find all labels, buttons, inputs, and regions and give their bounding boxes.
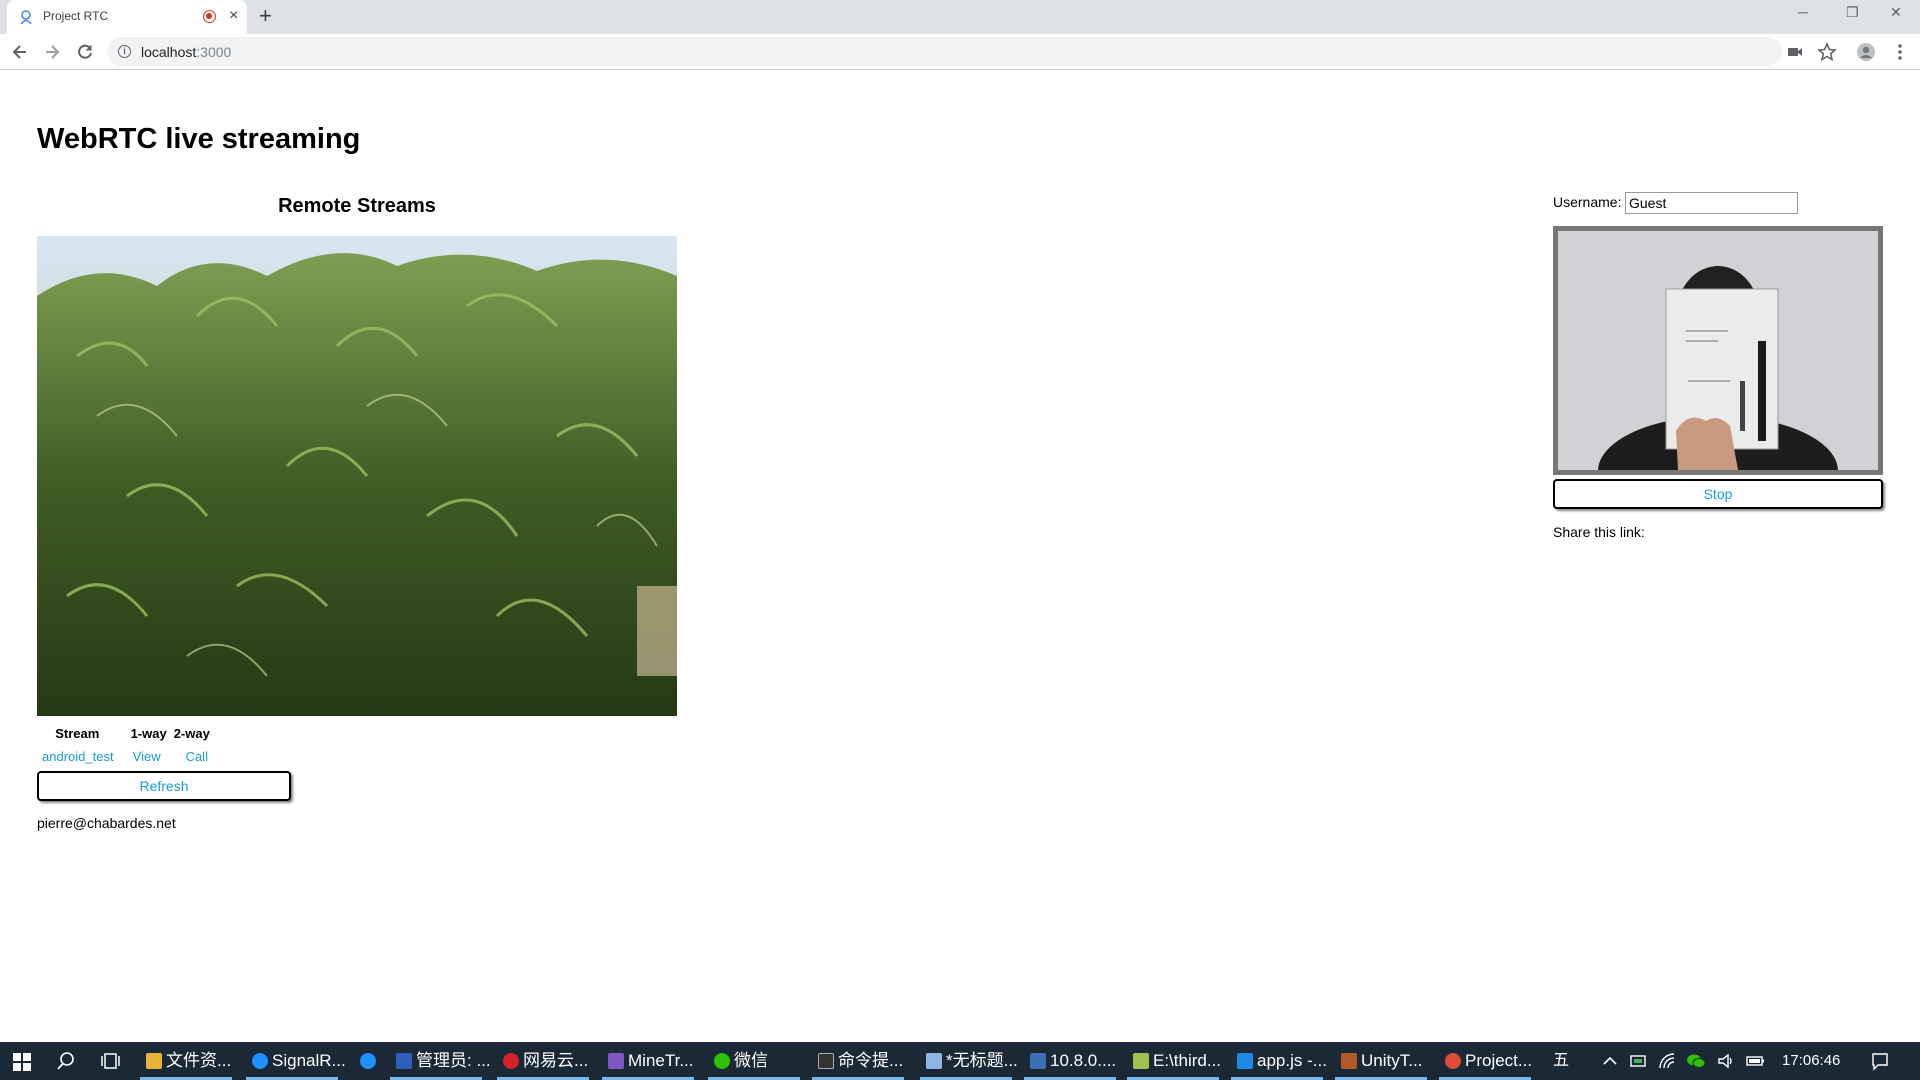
remote-video-player[interactable] bbox=[37, 236, 677, 716]
minimize-window-button[interactable]: ─ bbox=[1798, 4, 1808, 20]
bookmark-star-icon[interactable] bbox=[1817, 42, 1837, 62]
local-video-preview[interactable] bbox=[1553, 226, 1883, 475]
project-rtc-favicon-icon bbox=[20, 10, 32, 25]
taskbar-item-notepad[interactable]: *无标题... bbox=[920, 1042, 1018, 1080]
page-title: WebRTC live streaming bbox=[37, 123, 361, 155]
windows-start-icon[interactable] bbox=[12, 1052, 32, 1072]
taskbar-item-chrome-project[interactable]: Project... bbox=[1439, 1042, 1537, 1080]
powershell-icon bbox=[396, 1053, 412, 1069]
taskbar-item-visual-studio[interactable]: MineTr... bbox=[602, 1042, 700, 1080]
netease-music-icon bbox=[503, 1053, 519, 1069]
action-center-notification-icon[interactable] bbox=[1870, 1051, 1890, 1071]
share-link-label: Share this link: bbox=[1553, 524, 1645, 540]
taskbar-item-ie[interactable] bbox=[360, 1042, 384, 1080]
remote-video-frame-image bbox=[37, 236, 677, 716]
folder-icon bbox=[146, 1053, 162, 1069]
refresh-button[interactable]: Refresh bbox=[37, 771, 291, 801]
taskbar-item-label: MineTr... bbox=[628, 1051, 694, 1070]
taskbar-item-file-explorer[interactable]: 文件资... bbox=[140, 1042, 238, 1080]
security-shield-icon[interactable] bbox=[1628, 1051, 1648, 1071]
footer-email: pierre@chabardes.net bbox=[37, 815, 176, 831]
browser-tab-bar: Project RTC × + ─ ❐ ✕ bbox=[0, 0, 1920, 34]
streams-table: Stream 1-way 2-way android_test View Cal… bbox=[37, 722, 217, 768]
command-prompt-icon bbox=[818, 1053, 834, 1069]
text-editor-icon bbox=[1133, 1053, 1149, 1069]
taskbar-item-label: app.js -... bbox=[1257, 1051, 1327, 1070]
url-port: :3000 bbox=[196, 44, 232, 60]
site-info-icon[interactable]: i bbox=[118, 45, 131, 58]
new-tab-button[interactable]: + bbox=[259, 3, 272, 29]
close-tab-button[interactable]: × bbox=[229, 6, 238, 26]
browser-toolbar: i localhost:3000 bbox=[0, 34, 1920, 70]
address-bar[interactable]: i localhost:3000 bbox=[107, 37, 1782, 66]
remote-streams-heading: Remote Streams bbox=[278, 195, 436, 217]
edge-browser-icon bbox=[252, 1053, 268, 1069]
wechat-icon bbox=[714, 1053, 730, 1069]
search-icon[interactable] bbox=[56, 1051, 76, 1071]
internet-explorer-icon bbox=[360, 1053, 376, 1069]
stop-button[interactable]: Stop bbox=[1553, 479, 1883, 509]
taskbar-item-unity[interactable]: UnityT... bbox=[1335, 1042, 1433, 1080]
column-header-2-way: 2-way bbox=[173, 726, 210, 741]
taskbar-item-label: 命令提... bbox=[838, 1051, 904, 1070]
browser-menu-icon[interactable] bbox=[1890, 42, 1910, 62]
chrome-icon bbox=[1445, 1053, 1461, 1069]
view-stream-link[interactable]: View bbox=[124, 745, 170, 768]
url-text: localhost:3000 bbox=[141, 44, 231, 60]
taskbar-item-netease-music[interactable]: 网易云... bbox=[497, 1042, 595, 1080]
taskbar-item-label: 微信 bbox=[734, 1051, 768, 1070]
reload-icon[interactable] bbox=[75, 42, 95, 62]
unity-icon bbox=[1341, 1053, 1357, 1069]
taskbar-item-label: 管理员: ... bbox=[416, 1051, 491, 1070]
username-label: Username: bbox=[1553, 194, 1622, 210]
taskbar-item-wechat[interactable]: 微信 bbox=[708, 1042, 806, 1080]
url-host: localhost bbox=[141, 44, 197, 60]
call-stream-link[interactable]: Call bbox=[170, 745, 217, 768]
windows-taskbar: 文件资... SignalR... 管理员: ... 网易云... MineTr… bbox=[0, 1042, 1920, 1080]
task-view-icon[interactable] bbox=[100, 1051, 120, 1071]
taskbar-item-label: *无标题... bbox=[946, 1051, 1018, 1070]
taskbar-item-label: UnityT... bbox=[1361, 1051, 1423, 1070]
notepad-icon bbox=[926, 1053, 942, 1069]
stream-name-link[interactable]: android_test bbox=[37, 745, 124, 768]
taskbar-item-label: 网易云... bbox=[523, 1051, 589, 1070]
taskbar-item-label: E:\third... bbox=[1153, 1051, 1222, 1070]
input-method-indicator[interactable]: 五 bbox=[1553, 1042, 1569, 1080]
streams-table-header: Stream 1-way 2-way bbox=[37, 722, 217, 745]
taskbar-item-label: 文件资... bbox=[166, 1051, 232, 1070]
local-video-frame-image bbox=[1558, 231, 1878, 470]
taskbar-item-vscode[interactable]: app.js -... bbox=[1231, 1042, 1329, 1080]
visual-studio-icon bbox=[608, 1053, 624, 1069]
close-window-button[interactable]: ✕ bbox=[1890, 4, 1902, 21]
restore-window-button[interactable]: ❐ bbox=[1846, 4, 1859, 21]
browser-tab[interactable]: Project RTC × bbox=[7, 0, 247, 34]
column-header-1-way: 1-way bbox=[130, 726, 167, 741]
remote-desktop-icon bbox=[1030, 1053, 1046, 1069]
system-clock[interactable]: 17:06:46 bbox=[1782, 1042, 1840, 1080]
forward-arrow-icon[interactable] bbox=[42, 42, 62, 62]
recording-indicator-icon bbox=[203, 10, 216, 23]
wechat-tray-icon[interactable] bbox=[1686, 1051, 1706, 1071]
page-content: WebRTC live streaming Remote Streams Str… bbox=[0, 71, 1920, 1041]
wifi-icon[interactable] bbox=[1657, 1051, 1677, 1071]
taskbar-item-label: Project... bbox=[1465, 1051, 1533, 1070]
username-input[interactable] bbox=[1625, 192, 1798, 214]
taskbar-item-label: SignalR... bbox=[272, 1051, 346, 1070]
tab-title: Project RTC bbox=[43, 9, 109, 23]
taskbar-item-label: 10.8.0.... bbox=[1050, 1051, 1117, 1070]
column-header-stream: Stream bbox=[55, 726, 100, 741]
taskbar-item-remote-desktop[interactable]: 10.8.0.... bbox=[1024, 1042, 1122, 1080]
table-row: android_test View Call bbox=[37, 745, 217, 768]
battery-icon[interactable] bbox=[1745, 1051, 1765, 1071]
volume-icon[interactable] bbox=[1716, 1051, 1736, 1071]
vscode-icon bbox=[1237, 1053, 1253, 1069]
show-hidden-icons-chevron-icon[interactable] bbox=[1600, 1051, 1620, 1071]
taskbar-item-text-editor[interactable]: E:\third... bbox=[1127, 1042, 1225, 1080]
back-arrow-icon[interactable] bbox=[10, 42, 30, 62]
taskbar-item-powershell[interactable]: 管理员: ... bbox=[390, 1042, 491, 1080]
camera-in-use-icon[interactable] bbox=[1785, 42, 1805, 62]
taskbar-item-signalr[interactable]: SignalR... bbox=[246, 1042, 346, 1080]
profile-avatar-icon[interactable] bbox=[1856, 42, 1876, 62]
taskbar-item-command-prompt[interactable]: 命令提... bbox=[812, 1042, 910, 1080]
